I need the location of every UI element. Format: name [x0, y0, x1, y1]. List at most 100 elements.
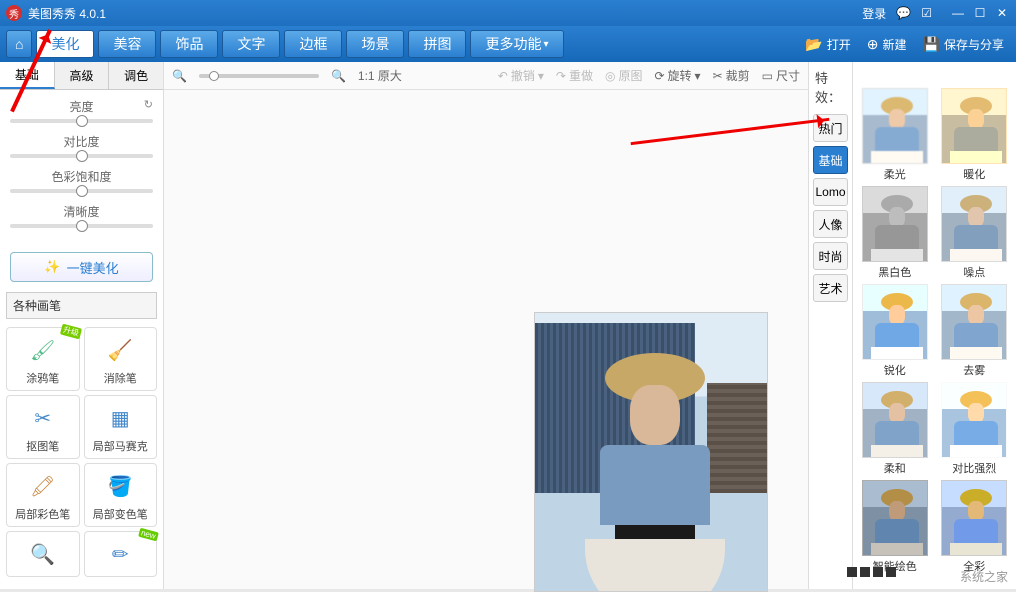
brush-recolor[interactable]: 🪣 局部变色笔	[84, 463, 158, 527]
brushes-title: 各种画笔	[6, 292, 157, 319]
folder-icon: 📂	[805, 36, 822, 53]
zoom-out-button[interactable]: 🔍	[172, 69, 187, 83]
effect-label: 柔和	[884, 460, 906, 476]
brush-extra2[interactable]: new ✏	[84, 531, 158, 577]
titlebar: 秀 美图秀秀 4.0.1 登录 💬 ☑ — ☐ ✕	[0, 0, 1016, 26]
recolor-icon: 🪣	[102, 468, 138, 504]
open-button[interactable]: 📂打开	[805, 36, 850, 53]
effect-item[interactable]: 智能绘色	[857, 480, 933, 574]
effect-item[interactable]: 柔和	[857, 382, 933, 476]
watermark-text: 系统之家	[960, 568, 1008, 585]
effect-thumbnail	[862, 88, 928, 164]
mosaic-icon: ▦	[102, 400, 138, 436]
minimize-button[interactable]: —	[950, 6, 966, 20]
effect-item[interactable]: 对比强烈	[937, 382, 1013, 476]
effect-item[interactable]: 全彩	[937, 480, 1013, 574]
effect-item[interactable]: 暖化	[937, 88, 1013, 182]
effect-label: 去雾	[963, 362, 985, 378]
cat-fashion[interactable]: 时尚	[813, 242, 848, 270]
feedback-icon[interactable]: ☑	[921, 6, 932, 20]
brush-mosaic[interactable]: ▦ 局部马赛克	[84, 395, 158, 459]
brightness-slider[interactable]: 亮度 ↻	[10, 98, 153, 123]
left-panel: 基础 高级 调色 亮度 ↻ 对比度 色彩饱和度 清晰度 ✨	[0, 62, 164, 589]
brush-doodle[interactable]: 升级 🖌 涂鸦笔	[6, 327, 80, 391]
maximize-button[interactable]: ☐	[972, 6, 988, 20]
lens-icon: 🔍	[25, 536, 61, 572]
tab-more[interactable]: 更多功能▾	[470, 30, 563, 58]
zoom-label[interactable]: 1:1 原大	[358, 67, 402, 84]
effect-thumbnail	[941, 88, 1007, 164]
tab-puzzle[interactable]: 拼图	[408, 30, 466, 58]
tab-cosmetic[interactable]: 美容	[98, 30, 156, 58]
effect-label: 暖化	[963, 166, 985, 182]
effects-title: 特效：	[809, 62, 852, 112]
login-link[interactable]: 登录	[862, 5, 886, 22]
new-badge: new	[138, 528, 158, 542]
cat-basic[interactable]: 基础	[813, 146, 848, 174]
photo-canvas[interactable]	[534, 312, 768, 592]
tab-frame[interactable]: 边框	[284, 30, 342, 58]
original-button[interactable]: ◎ 原图	[605, 67, 643, 84]
effect-label: 噪点	[963, 264, 985, 280]
brush-colorize[interactable]: 🖍 局部彩色笔	[6, 463, 80, 527]
effect-thumbnail	[862, 186, 928, 262]
home-icon: ⌂	[15, 36, 23, 52]
effect-item[interactable]: 黑白色	[857, 186, 933, 280]
app-logo-icon: 秀	[6, 5, 22, 21]
effect-thumbnail	[862, 382, 928, 458]
effect-item[interactable]: 去雾	[937, 284, 1013, 378]
effect-thumbnail	[941, 284, 1007, 360]
one-key-beautify-button[interactable]: ✨ 一键美化	[10, 252, 153, 282]
watermark-squares	[847, 567, 896, 577]
chat-icon[interactable]: 💬	[896, 6, 911, 20]
effect-thumbnail	[941, 186, 1007, 262]
cat-art[interactable]: 艺术	[813, 274, 848, 302]
zoom-in-button[interactable]: 🔍	[331, 69, 346, 83]
cat-portrait[interactable]: 人像	[813, 210, 848, 238]
effect-thumbnail	[941, 480, 1007, 556]
plus-icon: ⊕	[867, 36, 879, 53]
effect-item[interactable]: 锐化	[857, 284, 933, 378]
saturation-slider[interactable]: 色彩饱和度	[10, 168, 153, 193]
effect-label: 柔光	[884, 166, 906, 182]
tab-scene[interactable]: 场景	[346, 30, 404, 58]
effect-label: 锐化	[884, 362, 906, 378]
chevron-down-icon: ▾	[543, 39, 548, 50]
doodle-icon: 🖌	[25, 332, 61, 368]
save-button[interactable]: 💾保存与分享	[923, 36, 1004, 53]
subtab-advanced[interactable]: 高级	[55, 62, 110, 89]
tab-ornament[interactable]: 饰品	[160, 30, 218, 58]
rotate-button[interactable]: ⟳ 旋转 ▾	[654, 67, 700, 84]
effect-item[interactable]: 柔光	[857, 88, 933, 182]
undo-button[interactable]: ↶ 撤销 ▾	[498, 67, 544, 84]
magic-icon: ✨	[44, 259, 60, 275]
effect-thumbnail	[862, 284, 928, 360]
size-button[interactable]: ▭ 尺寸	[762, 67, 800, 84]
zoom-slider[interactable]	[199, 74, 319, 78]
brush-cutout[interactable]: ✂ 抠图笔	[6, 395, 80, 459]
colorize-icon: 🖍	[25, 468, 61, 504]
effect-item[interactable]: 噪点	[937, 186, 1013, 280]
reset-icon[interactable]: ↻	[144, 98, 153, 111]
redo-button[interactable]: ↷ 重做	[556, 67, 593, 84]
app-title: 美图秀秀 4.0.1	[28, 5, 862, 22]
upgrade-badge: 升级	[59, 324, 81, 340]
subtab-color[interactable]: 调色	[109, 62, 163, 89]
crop-button[interactable]: ✂ 裁剪	[713, 67, 750, 84]
cat-lomo[interactable]: Lomo	[813, 178, 848, 206]
save-icon: 💾	[923, 36, 940, 53]
tab-text[interactable]: 文字	[222, 30, 280, 58]
brush-extra1[interactable]: 🔍	[6, 531, 80, 577]
close-button[interactable]: ✕	[994, 6, 1010, 20]
main-tabs: ⌂ 美化 美容 饰品 文字 边框 场景 拼图 更多功能▾ 📂打开 ⊕新建 💾保存…	[0, 26, 1016, 62]
tab-home[interactable]: ⌂	[6, 30, 32, 58]
effect-label: 对比强烈	[952, 460, 996, 476]
effect-thumbnail	[862, 480, 928, 556]
new-button[interactable]: ⊕新建	[867, 36, 907, 53]
contrast-slider[interactable]: 对比度	[10, 133, 153, 158]
canvas-toolbar: 🔍 🔍 1:1 原大 ↶ 撤销 ▾ ↷ 重做 ◎ 原图 ⟳ 旋转 ▾ ✂ 裁剪 …	[164, 62, 808, 90]
brush-eraser[interactable]: 🧹 消除笔	[84, 327, 158, 391]
sharpness-slider[interactable]: 清晰度	[10, 203, 153, 228]
pen-icon: ✏	[102, 536, 138, 572]
effect-thumbnail	[941, 382, 1007, 458]
